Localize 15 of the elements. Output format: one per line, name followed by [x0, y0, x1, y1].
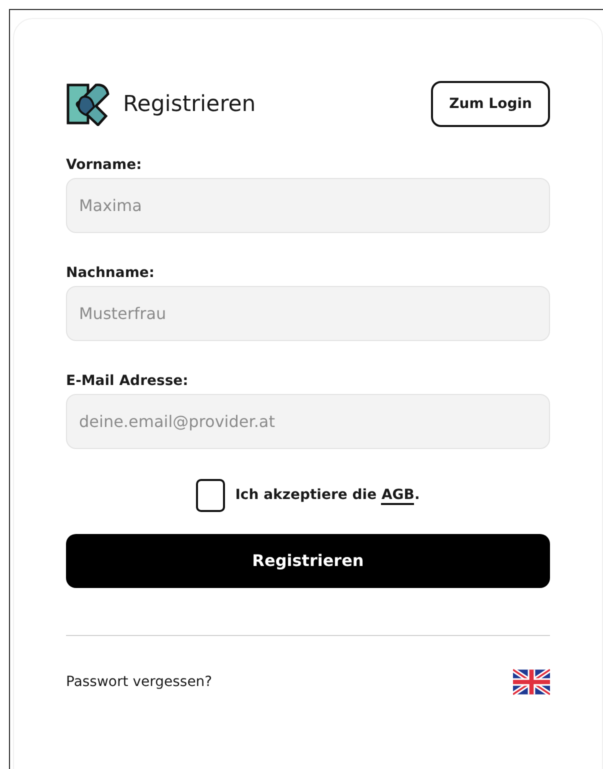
terms-link[interactable]: AGB	[381, 487, 414, 505]
uk-flag-icon[interactable]	[513, 669, 550, 695]
input-field[interactable]: deine.email@provider.at	[66, 394, 550, 449]
forgot-password-link[interactable]: Passwort vergessen?	[66, 672, 212, 692]
terms-checkbox[interactable]	[196, 479, 226, 512]
input-field[interactable]: Maxima	[66, 178, 550, 233]
field-label: Nachname:	[66, 264, 156, 283]
field-label: Vorname:	[66, 156, 143, 175]
input-field[interactable]: Musterfrau	[66, 286, 550, 341]
field-label: E-Mail Adresse:	[66, 372, 190, 391]
login-button[interactable]: Zum Login	[431, 81, 550, 127]
page-title: Registrieren	[123, 90, 256, 118]
register-button[interactable]: Registrieren	[66, 534, 550, 588]
terms-text: Ich akzeptiere die AGB.	[235, 486, 420, 506]
logo-icon	[66, 82, 110, 126]
